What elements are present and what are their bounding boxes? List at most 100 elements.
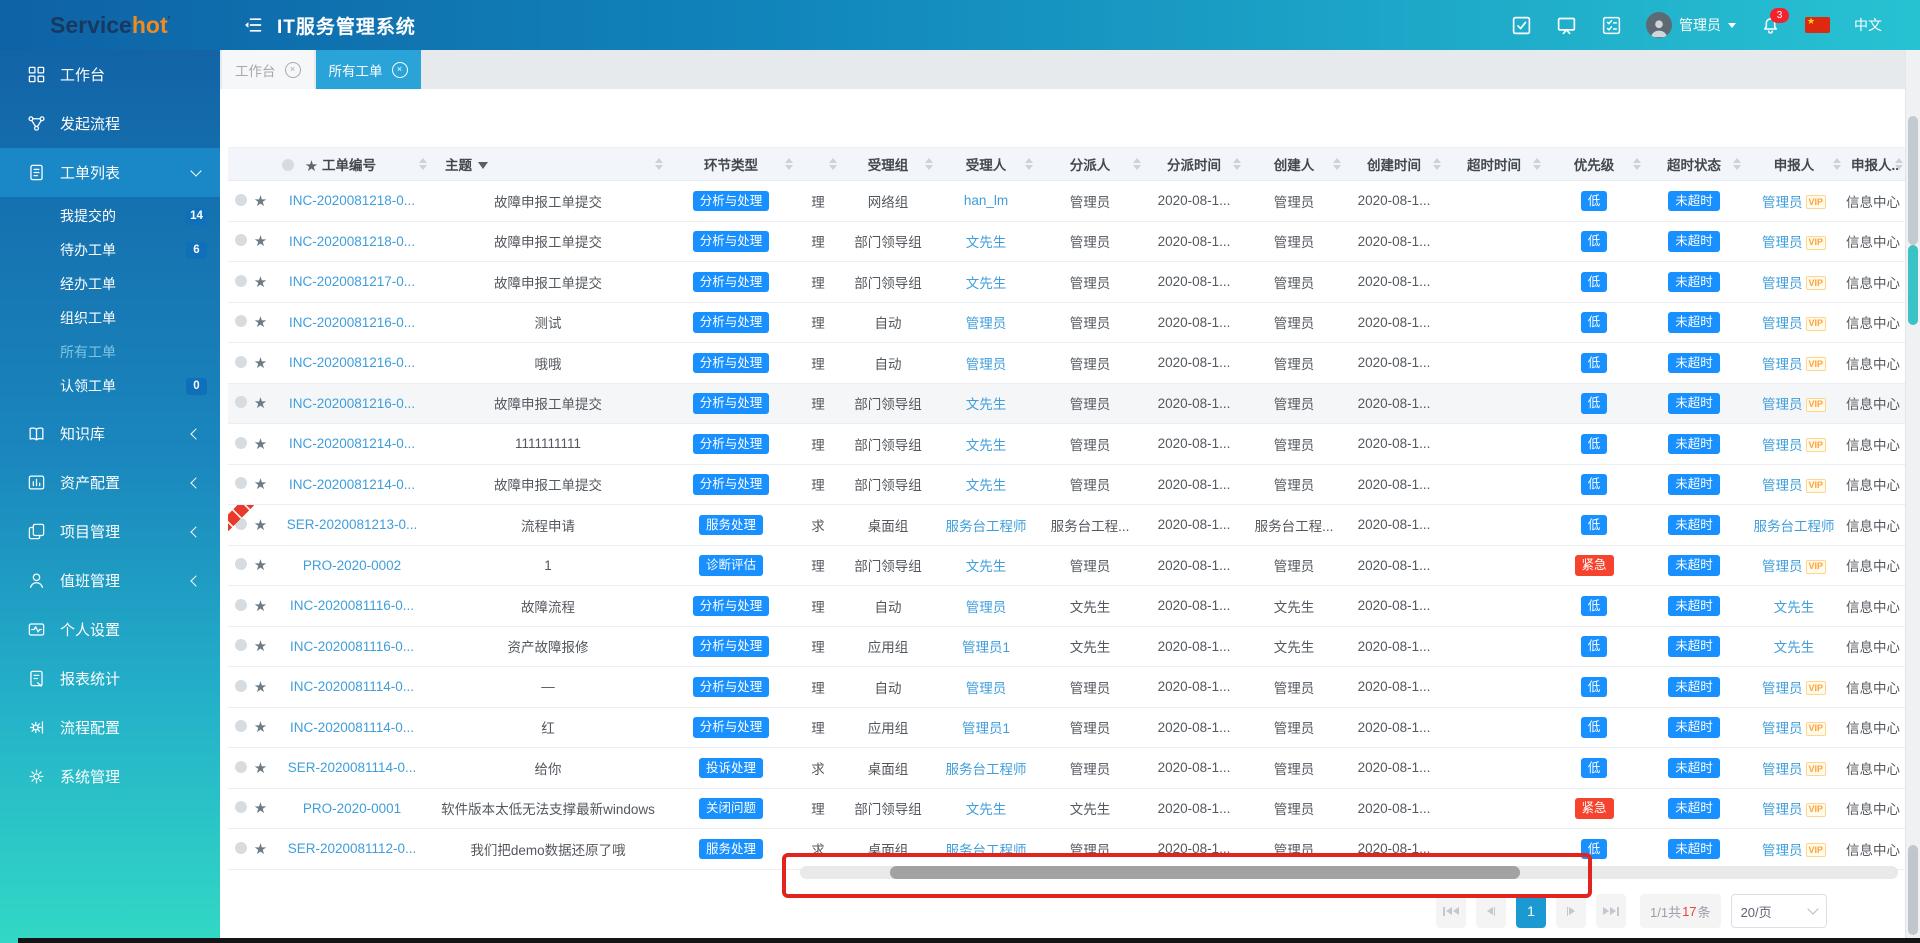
reporter-link[interactable]: 管理员 bbox=[1762, 559, 1803, 574]
handler-link[interactable]: 管理员1 bbox=[962, 640, 1010, 655]
star-icon[interactable]: ★ bbox=[254, 760, 267, 777]
order-id-link[interactable]: INC-2020081116-0... bbox=[290, 598, 414, 613]
table-row[interactable]: ★ SER-2020081112-0... 我们把demo数据还原了哦 服务处理… bbox=[228, 828, 1907, 870]
order-id-link[interactable]: SER-2020081213-0... bbox=[287, 517, 418, 532]
next-page-button[interactable] bbox=[1556, 894, 1586, 928]
handler-link[interactable]: 服务台工程师 bbox=[946, 519, 1027, 534]
column-header-10[interactable]: 超时状态 bbox=[1644, 147, 1745, 181]
sort-carets-icon[interactable] bbox=[1733, 158, 1742, 170]
row-radio[interactable] bbox=[234, 396, 247, 409]
sidebar-item-报表统计[interactable]: 报表统计 bbox=[0, 654, 220, 703]
star-icon[interactable]: ★ bbox=[254, 274, 267, 291]
sidebar-item-个人设置[interactable]: 个人设置 bbox=[0, 605, 220, 654]
reporter-link[interactable]: 管理员 bbox=[1762, 681, 1803, 696]
sort-carets-icon[interactable] bbox=[419, 158, 428, 170]
column-header-12[interactable]: 申报人.. bbox=[1844, 147, 1907, 181]
star-icon[interactable]: ★ bbox=[254, 233, 267, 250]
handler-link[interactable]: 文先生 bbox=[966, 478, 1007, 493]
row-radio[interactable] bbox=[234, 801, 247, 814]
reporter-link[interactable]: 管理员 bbox=[1762, 478, 1803, 493]
checklist-icon[interactable] bbox=[1601, 15, 1622, 36]
order-id-link[interactable]: INC-2020081217-0... bbox=[289, 274, 415, 289]
sort-carets-icon[interactable] bbox=[1333, 158, 1342, 170]
sidebar-item-系统管理[interactable]: 系统管理 bbox=[0, 752, 220, 801]
sort-carets-icon[interactable] bbox=[785, 158, 794, 170]
sidebar-item-工作台[interactable]: 工作台 bbox=[0, 50, 220, 99]
column-header-11[interactable]: 申报人 bbox=[1744, 147, 1845, 181]
order-id-link[interactable]: INC-2020081216-0... bbox=[289, 355, 415, 370]
row-radio[interactable] bbox=[234, 436, 247, 449]
table-row[interactable]: ★ SER-2020081114-0... 给你 投诉处理 求 桌面组 服务台工… bbox=[228, 747, 1907, 789]
handler-link[interactable]: 服务台工程师 bbox=[946, 843, 1027, 858]
star-icon[interactable]: ★ bbox=[254, 355, 267, 372]
column-header-4[interactable]: 分派人 bbox=[1036, 147, 1145, 181]
reporter-link[interactable]: 管理员 bbox=[1762, 357, 1803, 372]
handler-link[interactable]: 文先生 bbox=[966, 235, 1007, 250]
reporter-link[interactable]: 管理员 bbox=[1762, 721, 1803, 736]
select-all-radio[interactable] bbox=[282, 158, 295, 171]
star-icon[interactable]: ★ bbox=[305, 158, 318, 175]
sidebar-subitem-所有工单[interactable]: 所有工单 bbox=[0, 335, 220, 369]
horizontal-scrollbar-thumb[interactable] bbox=[890, 866, 1520, 879]
column-header-6[interactable]: 创建人 bbox=[1244, 147, 1345, 181]
handler-link[interactable]: 文先生 bbox=[966, 802, 1007, 817]
order-id-link[interactable]: PRO-2020-0001 bbox=[303, 801, 401, 816]
order-id-link[interactable]: INC-2020081216-0... bbox=[289, 396, 415, 411]
table-row[interactable]: ★ INC-2020081214-0... 故障申报工单提交 分析与处理 理 部… bbox=[228, 464, 1907, 505]
reporter-link[interactable]: 管理员 bbox=[1762, 195, 1803, 210]
sidebar-subitem-待办工单[interactable]: 待办工单 6 bbox=[0, 233, 220, 267]
sidebar-item-值班管理[interactable]: 值班管理 bbox=[0, 556, 220, 605]
user-menu[interactable]: 管理员 bbox=[1646, 12, 1736, 38]
order-id-link[interactable]: INC-2020081218-0... bbox=[289, 193, 415, 208]
column-header-7[interactable]: 创建时间 bbox=[1344, 147, 1445, 181]
notifications-button[interactable]: 3 bbox=[1760, 7, 1789, 36]
sidebar-item-工单列表[interactable]: 工单列表 bbox=[0, 148, 220, 197]
sort-carets-icon[interactable] bbox=[925, 158, 934, 170]
sidebar-item-资产配置[interactable]: 资产配置 bbox=[0, 458, 220, 507]
vertical-scrollbar-segment[interactable] bbox=[1907, 845, 1918, 935]
sidebar-item-流程配置[interactable]: 流程配置 bbox=[0, 703, 220, 752]
table-row[interactable]: ★ INC-2020081217-0... 故障申报工单提交 分析与处理 理 部… bbox=[228, 261, 1907, 303]
handler-link[interactable]: 管理员 bbox=[966, 681, 1007, 696]
sort-carets-icon[interactable] bbox=[1233, 158, 1242, 170]
star-icon[interactable]: ★ bbox=[254, 436, 267, 453]
handler-link[interactable]: 文先生 bbox=[966, 438, 1007, 453]
handler-link[interactable]: 管理员1 bbox=[962, 721, 1010, 736]
handler-link[interactable]: han_lm bbox=[964, 193, 1008, 208]
star-icon[interactable]: ★ bbox=[254, 598, 267, 615]
tab-workbench[interactable]: 工作台 × bbox=[222, 50, 314, 89]
table-row[interactable]: ★ INC-2020081114-0... — 分析与处理 理 自动 管理员 管… bbox=[228, 666, 1907, 708]
star-icon[interactable]: ★ bbox=[254, 841, 267, 858]
order-id-link[interactable]: INC-2020081214-0... bbox=[289, 477, 415, 492]
table-row[interactable]: ★ INC-2020081218-0... 故障申报工单提交 分析与处理 理 部… bbox=[228, 221, 1907, 262]
monitor-icon[interactable] bbox=[1556, 15, 1577, 36]
prev-page-button[interactable] bbox=[1476, 894, 1506, 928]
row-radio[interactable] bbox=[234, 598, 247, 611]
sort-carets-icon[interactable] bbox=[1133, 158, 1142, 170]
row-radio[interactable] bbox=[234, 679, 247, 692]
handler-link[interactable]: 管理员 bbox=[966, 600, 1007, 615]
sort-carets-icon[interactable] bbox=[1025, 158, 1034, 170]
star-icon[interactable]: ★ bbox=[254, 638, 267, 655]
star-icon[interactable]: ★ bbox=[254, 517, 267, 534]
column-header-order-id[interactable]: ★ 工单编号 bbox=[228, 147, 431, 181]
reporter-link[interactable]: 管理员 bbox=[1762, 397, 1803, 412]
column-header-5[interactable]: 分派时间 bbox=[1144, 147, 1245, 181]
sort-carets-icon[interactable] bbox=[1895, 158, 1904, 170]
sort-carets-icon[interactable] bbox=[829, 158, 838, 170]
sidebar-subitem-认领工单[interactable]: 认领工单 0 bbox=[0, 369, 220, 403]
row-radio[interactable] bbox=[234, 477, 247, 490]
row-radio[interactable] bbox=[234, 558, 247, 571]
order-id-link[interactable]: INC-2020081216-0... bbox=[289, 315, 415, 330]
row-radio[interactable] bbox=[234, 315, 247, 328]
row-radio[interactable] bbox=[234, 193, 247, 206]
column-header-subject[interactable]: 主题 bbox=[430, 147, 667, 181]
reporter-link[interactable]: 管理员 bbox=[1762, 276, 1803, 291]
handler-link[interactable]: 管理员 bbox=[966, 357, 1007, 372]
page-number-button[interactable]: 1 bbox=[1516, 894, 1546, 928]
sort-carets-icon[interactable] bbox=[1833, 158, 1842, 170]
reporter-link[interactable]: 文先生 bbox=[1774, 600, 1815, 615]
order-id-link[interactable]: INC-2020081114-0... bbox=[290, 720, 414, 735]
sidebar-item-项目管理[interactable]: 项目管理 bbox=[0, 507, 220, 556]
row-radio[interactable] bbox=[234, 760, 247, 773]
